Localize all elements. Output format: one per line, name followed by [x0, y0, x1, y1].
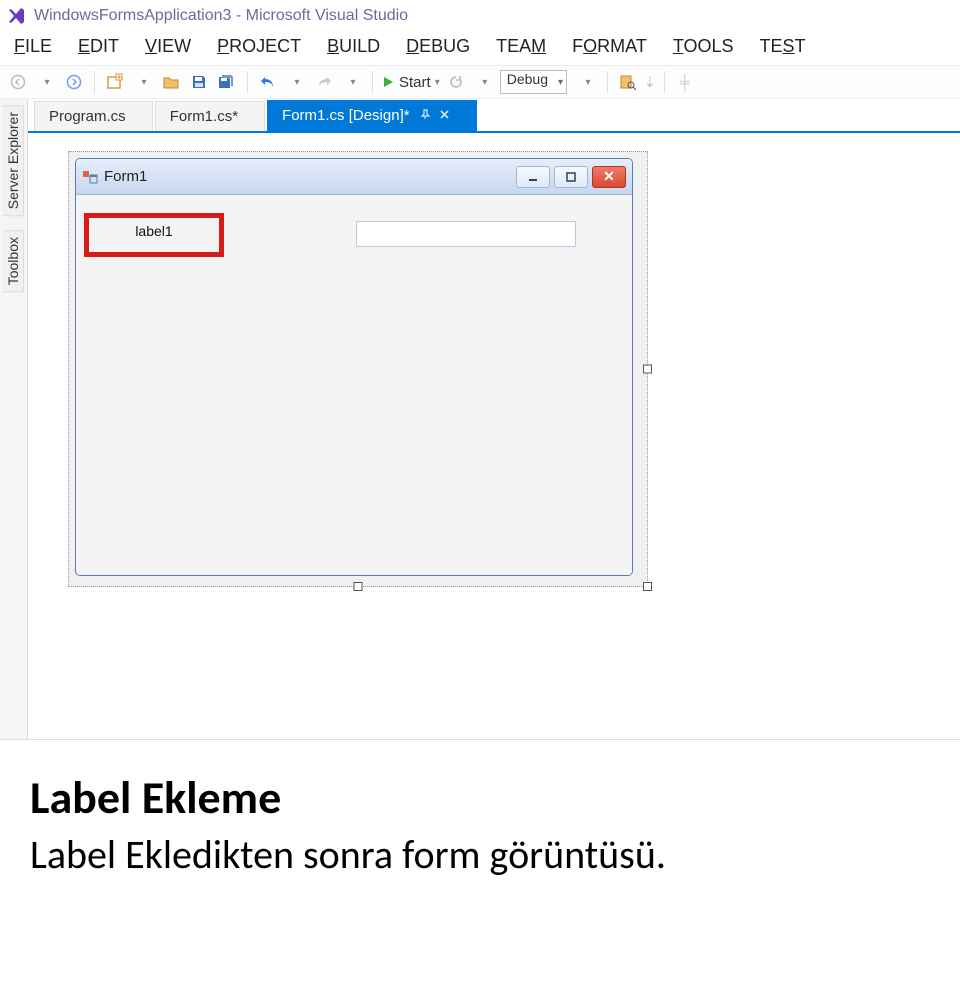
save-icon[interactable] [187, 70, 211, 94]
doc-tab-form1-design[interactable]: Form1.cs [Design]* [267, 100, 477, 131]
form-designer-frame[interactable]: Form1 ✕ [68, 151, 648, 587]
undo-dropdown[interactable] [284, 70, 308, 94]
winform[interactable]: Form1 ✕ [75, 158, 633, 576]
config-dropdown[interactable] [575, 70, 599, 94]
menu-view[interactable]: VIEW [145, 36, 191, 57]
vs-window: WindowsFormsApplication3 - Microsoft Vis… [0, 0, 960, 740]
winform-maximize-button[interactable] [554, 166, 588, 188]
doc-tab-form1-code[interactable]: Form1.cs* [155, 101, 265, 131]
menu-tools[interactable]: TOOLS [673, 36, 734, 57]
redo-icon[interactable] [312, 70, 336, 94]
menu-project[interactable]: PROJECT [217, 36, 301, 57]
toolbar-separator [607, 71, 608, 93]
textbox-control[interactable] [356, 221, 576, 247]
caption-block: Label Ekleme Label Ekledikten sonra form… [0, 740, 960, 889]
winform-controls: ✕ [516, 166, 626, 188]
document-tabs: Program.cs Form1.cs* Form1.cs [Design]* [28, 99, 960, 133]
solution-config-value: Debug [500, 70, 567, 94]
start-label: Start [399, 74, 431, 91]
open-file-icon[interactable] [159, 70, 183, 94]
resize-handle-bottom[interactable] [354, 582, 363, 591]
menu-test[interactable]: TEST [760, 36, 806, 57]
browser-refresh-icon[interactable] [444, 70, 468, 94]
close-icon: ✕ [603, 168, 615, 185]
vs-logo-icon [6, 6, 26, 26]
new-project-icon[interactable] [103, 70, 127, 94]
menu-team[interactable]: TEAM [496, 36, 546, 57]
align-icon[interactable]: ╪ [673, 70, 697, 94]
winform-client-area[interactable]: label1 [76, 195, 632, 575]
resize-handle-corner[interactable] [643, 582, 652, 591]
toolbar-separator [247, 71, 248, 93]
winform-icon [82, 169, 98, 185]
close-tab-icon[interactable] [439, 108, 450, 123]
title-bar: WindowsFormsApplication3 - Microsoft Vis… [0, 0, 960, 30]
doc-tab-program[interactable]: Program.cs [34, 101, 153, 131]
main-area: Server Explorer Toolbox Program.cs Form1… [0, 99, 960, 739]
new-project-dropdown[interactable] [131, 70, 155, 94]
solution-config-select[interactable]: Debug [500, 70, 567, 94]
menu-bar: FILE EDIT VIEW PROJECT BUILD DEBUG TEAM … [0, 30, 960, 65]
caption-heading: Label Ekleme [30, 770, 930, 826]
menu-format[interactable]: FORMAT [572, 36, 647, 57]
editor-area: Program.cs Form1.cs* Form1.cs [Design]* [28, 99, 960, 739]
menu-debug[interactable]: DEBUG [406, 36, 470, 57]
save-all-icon[interactable] [215, 70, 239, 94]
nav-back-dropdown[interactable] [34, 70, 58, 94]
winform-titlebar[interactable]: Form1 ✕ [76, 159, 632, 195]
nav-forward-icon[interactable] [62, 70, 86, 94]
caption-text: Label Ekledikten sonra form görüntüsü. [30, 830, 930, 879]
winform-minimize-button[interactable] [516, 166, 550, 188]
undo-icon[interactable] [256, 70, 280, 94]
toolbar-separator [94, 71, 95, 93]
nav-back-icon[interactable] [6, 70, 30, 94]
menu-build[interactable]: BUILD [327, 36, 380, 57]
label1-highlight: label1 [84, 213, 224, 257]
side-tab-toolbox[interactable]: Toolbox [3, 230, 24, 292]
browser-dropdown[interactable] [472, 70, 496, 94]
menu-file[interactable]: FILE [14, 36, 52, 57]
toolbar: Start ▾ Debug ⇣ ╪ [0, 65, 960, 99]
redo-dropdown[interactable] [340, 70, 364, 94]
toolbar-separator [372, 71, 373, 93]
start-debug-button[interactable]: Start ▾ [381, 74, 440, 91]
winform-close-button[interactable]: ✕ [592, 166, 626, 188]
resize-handle-right[interactable] [643, 365, 652, 374]
side-tab-strip: Server Explorer Toolbox [0, 99, 28, 739]
winform-title: Form1 [104, 168, 147, 185]
doc-tab-label: Form1.cs [Design]* [282, 107, 410, 124]
pin-icon[interactable] [420, 108, 431, 123]
app-title: WindowsFormsApplication3 - Microsoft Vis… [34, 7, 408, 25]
find-in-files-icon[interactable] [616, 70, 640, 94]
design-canvas[interactable]: Form1 ✕ [28, 133, 960, 739]
menu-edit[interactable]: EDIT [78, 36, 119, 57]
side-tab-server-explorer[interactable]: Server Explorer [3, 105, 24, 216]
toolbar-separator [664, 71, 665, 93]
label1-control[interactable]: label1 [135, 223, 172, 247]
